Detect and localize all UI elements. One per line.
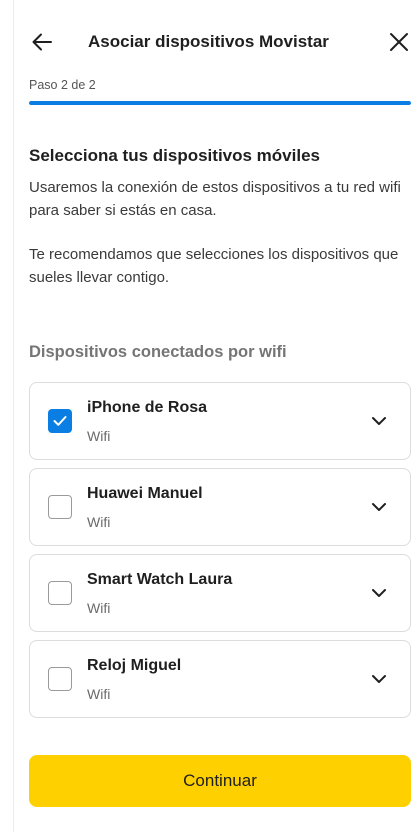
- expand-button[interactable]: [369, 497, 389, 517]
- device-connection-type: Wifi: [87, 686, 111, 702]
- device-name: Reloj Miguel: [87, 657, 182, 674]
- chevron-down-icon: [372, 589, 386, 597]
- close-button[interactable]: [387, 30, 411, 54]
- chevron-down-icon: [372, 503, 386, 511]
- expand-button[interactable]: [369, 411, 389, 431]
- panel-edge-divider: [13, 0, 14, 832]
- device-name: Smart Watch Laura: [87, 571, 233, 588]
- page-title: Asociar dispositivos Movistar: [88, 32, 329, 51]
- expand-button[interactable]: [369, 669, 389, 689]
- expand-button[interactable]: [369, 583, 389, 603]
- step-indicator: Paso 2 de 2: [29, 78, 96, 92]
- chevron-down-icon: [372, 417, 386, 425]
- wifi-devices-heading: Dispositivos conectados por wifi: [29, 343, 287, 361]
- device-card-reloj-miguel[interactable]: Reloj Miguel Wifi: [29, 640, 411, 718]
- device-checkbox[interactable]: [48, 495, 72, 519]
- section-title: Selecciona tus dispositivos móviles: [29, 146, 320, 165]
- continue-button[interactable]: Continuar: [29, 755, 411, 807]
- progress-bar: [29, 101, 411, 105]
- device-card-smart-watch-laura[interactable]: Smart Watch Laura Wifi: [29, 554, 411, 632]
- recommendation-text: Te recomendamos que selecciones los disp…: [29, 246, 399, 286]
- arrow-left-icon: [32, 33, 52, 51]
- device-name: iPhone de Rosa: [87, 399, 208, 416]
- device-card-huawei-manuel[interactable]: Huawei Manuel Wifi: [29, 468, 411, 546]
- device-checkbox[interactable]: [48, 667, 72, 691]
- header-bar: Asociar dispositivos Movistar: [14, 20, 412, 66]
- device-connection-type: Wifi: [87, 600, 111, 616]
- device-checkbox[interactable]: [48, 581, 72, 605]
- device-checkbox[interactable]: [48, 409, 72, 433]
- device-card-iphone-de-rosa[interactable]: iPhone de Rosa Wifi: [29, 382, 411, 460]
- chevron-down-icon: [372, 675, 386, 683]
- intro-description: Usaremos la conexión de estos dispositiv…: [29, 179, 401, 219]
- device-name: Huawei Manuel: [87, 485, 203, 502]
- device-connection-type: Wifi: [87, 428, 111, 444]
- device-connection-type: Wifi: [87, 514, 111, 530]
- app-screen: Asociar dispositivos Movistar Paso 2 de …: [0, 0, 412, 832]
- close-icon: [390, 33, 408, 51]
- back-button[interactable]: [30, 30, 54, 54]
- checkmark-icon: [53, 416, 67, 426]
- progress-bar-fill: [29, 101, 411, 105]
